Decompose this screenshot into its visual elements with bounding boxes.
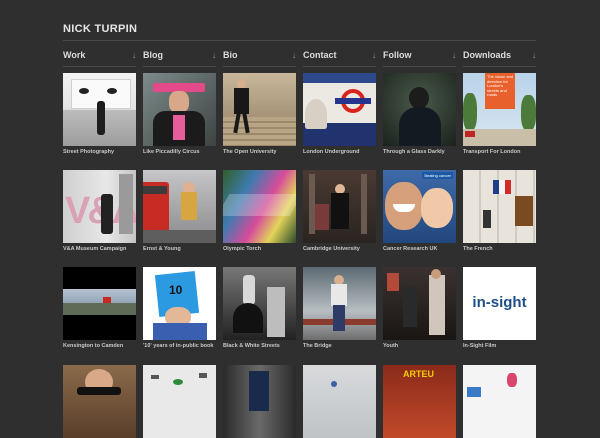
campaign-badge: Beating cancer — [422, 172, 453, 179]
nav-blog[interactable]: Blog ↓ — [143, 50, 216, 67]
chevron-down-icon: ↓ — [212, 51, 216, 60]
tile-caption: The Bridge — [303, 343, 332, 349]
tile-caption: In-Sight Film — [463, 343, 497, 349]
tile-youth[interactable]: Youth — [383, 267, 456, 349]
header-rule — [63, 40, 536, 41]
thumbnail-image — [463, 365, 536, 438]
book-number: 10 — [169, 283, 183, 297]
site-title[interactable]: NICK TURPIN — [63, 23, 137, 35]
chevron-down-icon: ↓ — [372, 51, 376, 60]
tile-va-museum-campaign[interactable]: V&A V&A Museum Campaign — [63, 170, 136, 252]
tile-caption: Youth — [383, 343, 399, 349]
thumbnail-image: ARTEU — [383, 365, 456, 438]
tile-caption: Black & White Streets — [223, 343, 280, 349]
main-nav: Work ↓ Blog ↓ Bio ↓ Contact ↓ Follow ↓ Downlo… — [63, 50, 537, 67]
thumbnail-image — [383, 73, 456, 146]
tile-caption: Through a Glass Darkly — [383, 149, 445, 155]
thumbnail-image — [143, 365, 216, 438]
nav-bio[interactable]: Bio ↓ — [223, 50, 296, 67]
thumbnail-image — [143, 170, 216, 243]
tile-caption: Ernst & Young — [143, 246, 181, 252]
thumbnail-image — [303, 365, 376, 438]
tile-caption: Cambridge University — [303, 246, 360, 252]
thumbnail-image: V&A — [63, 170, 136, 243]
poster-text: The vision and direction for London's st… — [487, 74, 514, 98]
tile-like-piccadilly-circus[interactable]: Like Piccadilly Circus — [143, 73, 216, 155]
tile-in-sight-film[interactable]: in-sight In-Sight Film — [463, 267, 536, 349]
thumbnail-image — [303, 73, 376, 146]
tile-caption: Cancer Research UK — [383, 246, 438, 252]
arteu-sign: ARTEU — [403, 369, 434, 379]
tile-row4-3[interactable] — [223, 365, 296, 438]
tile-row4-2[interactable] — [143, 365, 216, 438]
tile-caption: '10' years of in-public book — [143, 343, 214, 349]
tile-caption: The Open University — [223, 149, 277, 155]
nav-work-label: Work — [63, 50, 86, 60]
tile-caption: Like Piccadilly Circus — [143, 149, 200, 155]
thumbnail-image — [223, 365, 296, 438]
thumbnail-image: The vision and direction for London's st… — [463, 73, 536, 146]
chevron-down-icon: ↓ — [132, 51, 136, 60]
nav-follow[interactable]: Follow ↓ — [383, 50, 456, 67]
tile-transport-for-london[interactable]: The vision and direction for London's st… — [463, 73, 536, 155]
thumbnail-image — [303, 267, 376, 340]
tile-caption: London Underground — [303, 149, 360, 155]
thumbnail-image — [303, 170, 376, 243]
tile-london-underground[interactable]: London Underground — [303, 73, 376, 155]
tile-in-public-book[interactable]: 10 '10' years of in-public book — [143, 267, 216, 349]
tile-row4-5[interactable]: ARTEU — [383, 365, 456, 438]
thumbnail-image: Beating cancer — [383, 170, 456, 243]
nav-bio-label: Bio — [223, 50, 238, 60]
thumbnail-image — [143, 73, 216, 146]
tile-ernst-young[interactable]: Ernst & Young — [143, 170, 216, 252]
insight-logo: in-sight — [472, 294, 527, 311]
tile-row4-4[interactable] — [303, 365, 376, 438]
tile-caption: Olympic Torch — [223, 246, 262, 252]
nav-follow-label: Follow — [383, 50, 412, 60]
thumbnail-image — [223, 73, 296, 146]
thumbnail-image — [63, 267, 136, 340]
thumbnail-image — [223, 170, 296, 243]
tile-caption: Street Photography — [63, 149, 115, 155]
nav-blog-label: Blog — [143, 50, 163, 60]
nav-downloads[interactable]: Downloads ↓ — [463, 50, 536, 67]
tile-street-photography[interactable]: Street Photography — [63, 73, 136, 155]
tile-olympic-torch[interactable]: Olympic Torch — [223, 170, 296, 252]
chevron-down-icon: ↓ — [452, 51, 456, 60]
nav-work[interactable]: Work ↓ — [63, 50, 136, 67]
thumbnail-image — [383, 267, 456, 340]
nav-downloads-label: Downloads — [463, 50, 512, 60]
nav-contact[interactable]: Contact ↓ — [303, 50, 376, 67]
tile-through-a-glass-darkly[interactable]: Through a Glass Darkly — [383, 73, 456, 155]
tile-row4-1[interactable] — [63, 365, 136, 438]
tile-cambridge-university[interactable]: Cambridge University — [303, 170, 376, 252]
thumbnail-image — [223, 267, 296, 340]
thumbnail-image: 10 — [143, 267, 216, 340]
tile-the-french[interactable]: The French — [463, 170, 536, 252]
tile-cancer-research-uk[interactable]: Beating cancer Cancer Research UK — [383, 170, 456, 252]
thumbnail-image — [63, 365, 136, 438]
nav-contact-label: Contact — [303, 50, 337, 60]
tile-caption: V&A Museum Campaign — [63, 246, 127, 252]
thumbnail-image: in-sight — [463, 267, 536, 340]
chevron-down-icon: ↓ — [532, 51, 536, 60]
tile-open-university[interactable]: The Open University — [223, 73, 296, 155]
tile-the-bridge[interactable]: The Bridge — [303, 267, 376, 349]
tile-black-white-streets[interactable]: Black & White Streets — [223, 267, 296, 349]
chevron-down-icon: ↓ — [292, 51, 296, 60]
tile-caption: Transport For London — [463, 149, 521, 155]
tile-caption: The French — [463, 246, 493, 252]
thumbnail-image — [63, 73, 136, 146]
tile-row4-6[interactable] — [463, 365, 536, 438]
tile-caption: Kensington to Camden — [63, 343, 124, 349]
tile-kensington-to-camden[interactable]: Kensington to Camden — [63, 267, 136, 349]
thumbnail-image — [463, 170, 536, 243]
